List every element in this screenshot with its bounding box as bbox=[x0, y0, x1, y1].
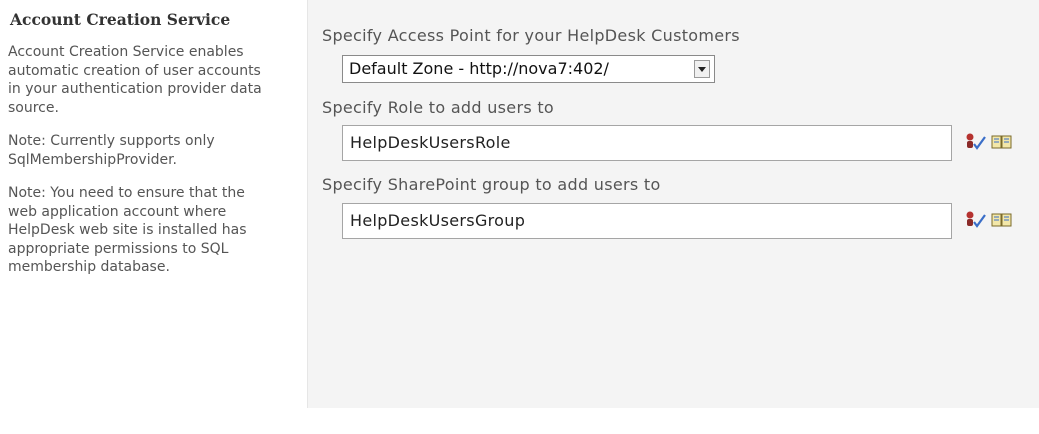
address-book-icon[interactable] bbox=[991, 211, 1015, 231]
role-label: Specify Role to add users to bbox=[322, 98, 555, 117]
address-book-icon[interactable] bbox=[991, 133, 1015, 153]
access-point-value: Default Zone - http://nova7:402/ bbox=[349, 59, 609, 78]
group-label: Specify SharePoint group to add users to bbox=[322, 175, 661, 194]
access-point-label: Specify Access Point for your HelpDesk C… bbox=[322, 26, 740, 45]
access-point-select[interactable]: Default Zone - http://nova7:402/ bbox=[342, 55, 715, 83]
note-supported-provider: Note: Currently supports only SqlMembers… bbox=[8, 133, 215, 168]
group-input[interactable]: HelpDeskUsersGroup bbox=[342, 203, 952, 239]
settings-panel: Specify Access Point for your HelpDesk C… bbox=[307, 0, 1039, 408]
role-input[interactable]: HelpDeskUsersRole bbox=[342, 125, 952, 161]
description-paragraph: Account Creation Service enables automat… bbox=[8, 44, 262, 116]
section-title: Account Creation Service bbox=[10, 10, 231, 29]
section-description: Account Creation Service Account Creatio… bbox=[8, 10, 280, 292]
chevron-down-icon[interactable] bbox=[694, 60, 710, 78]
check-names-icon[interactable] bbox=[965, 133, 989, 153]
check-names-icon[interactable] bbox=[965, 211, 989, 231]
note-permissions: Note: You need to ensure that the web ap… bbox=[8, 185, 247, 275]
